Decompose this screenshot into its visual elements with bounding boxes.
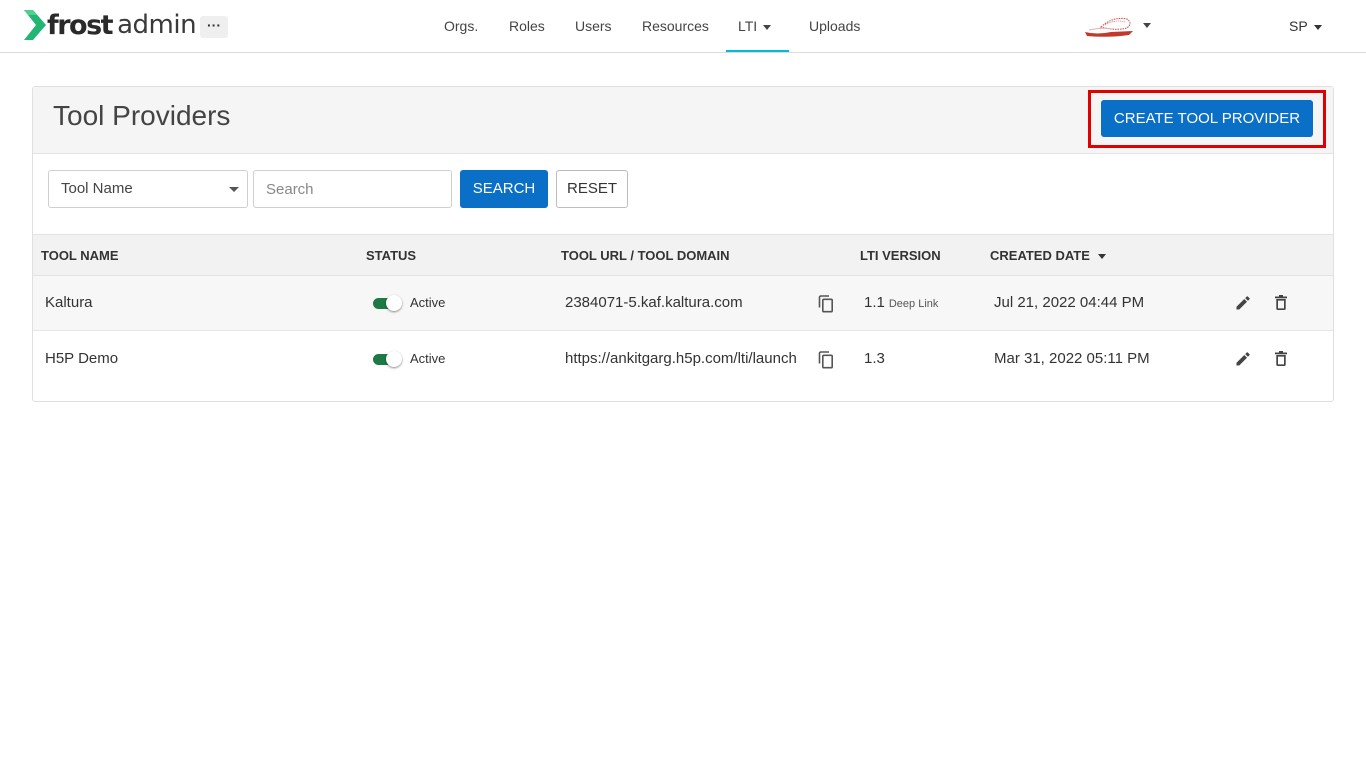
- frost-admin-logo[interactable]: frost admin: [24, 9, 197, 41]
- column-header-tool-url[interactable]: TOOL URL / TOOL DOMAIN: [561, 248, 730, 263]
- logo-text-light: admin: [117, 10, 197, 40]
- reset-button[interactable]: RESET: [556, 170, 628, 208]
- filter-field-select[interactable]: Tool Name: [48, 170, 248, 208]
- more-menu-button[interactable]: ···: [200, 16, 228, 38]
- copy-icon[interactable]: [818, 351, 834, 369]
- column-header-tool-name[interactable]: TOOL NAME: [41, 248, 119, 263]
- nav-item-uploads[interactable]: Uploads: [809, 18, 860, 34]
- table-row: H5P Demo Active https://ankitgarg.h5p.co…: [33, 332, 1333, 387]
- user-menu[interactable]: SP: [1289, 18, 1322, 34]
- tool-name-cell: Kaltura: [45, 294, 93, 311]
- org-switcher-chevron-icon[interactable]: [1143, 23, 1151, 28]
- created-date-cell: Jul 21, 2022 04:44 PM: [994, 294, 1145, 311]
- user-initials: SP: [1289, 18, 1308, 34]
- status-toggle[interactable]: [373, 351, 402, 367]
- copy-icon[interactable]: [818, 295, 834, 313]
- edit-pencil-icon[interactable]: [1236, 296, 1250, 310]
- logo-text-bold: frost: [47, 9, 114, 41]
- lti-version-value: 1.1: [864, 294, 885, 311]
- nav-item-users[interactable]: Users: [575, 18, 612, 34]
- tool-name-cell: H5P Demo: [45, 350, 119, 367]
- nav-item-lti-label: LTI: [738, 18, 758, 34]
- column-header-created-date[interactable]: CREATED DATE: [990, 248, 1106, 263]
- toggle-knob: [386, 351, 402, 367]
- status-label: Active: [410, 295, 446, 310]
- org-logo-icon[interactable]: [1083, 10, 1137, 38]
- active-nav-indicator: [726, 50, 789, 52]
- nav-item-lti[interactable]: LTI: [738, 18, 772, 34]
- created-date-header-label: CREATED DATE: [990, 248, 1090, 263]
- trash-icon[interactable]: [1275, 295, 1287, 310]
- edit-pencil-icon[interactable]: [1236, 352, 1250, 366]
- nav-item-resources[interactable]: Resources: [642, 18, 709, 34]
- chevron-down-icon: [763, 24, 772, 30]
- card-header: Tool Providers CREATE TOOL PROVIDER: [33, 87, 1333, 154]
- tool-url-cell: https://ankitgarg.h5p.com/lti/launch: [565, 350, 797, 367]
- caret-down-icon: [229, 187, 239, 192]
- status-label: Active: [410, 351, 446, 366]
- lti-version-value: 1.3: [864, 350, 885, 367]
- logo-chevron-icon: [24, 10, 46, 40]
- top-navbar: frost admin ··· Orgs. Roles Users Resour…: [0, 0, 1366, 53]
- table-row: Kaltura Active 2384071-5.kaf.kaltura.com…: [33, 276, 1333, 331]
- nav-item-roles[interactable]: Roles: [509, 18, 545, 34]
- search-input[interactable]: [253, 170, 452, 208]
- column-header-lti-version[interactable]: LTI VERSION: [860, 248, 941, 263]
- search-button[interactable]: SEARCH: [460, 170, 548, 208]
- trash-icon[interactable]: [1275, 351, 1287, 366]
- table-header: TOOL NAME STATUS TOOL URL / TOOL DOMAIN …: [33, 234, 1333, 276]
- status-toggle[interactable]: [373, 295, 402, 311]
- page-title: Tool Providers: [53, 100, 231, 131]
- tool-providers-card: Tool Providers CREATE TOOL PROVIDER Tool…: [32, 86, 1334, 402]
- sort-descending-icon: [1097, 254, 1106, 260]
- lti-version-cell: 1.1 Deep Link: [864, 294, 938, 311]
- tool-url-cell: 2384071-5.kaf.kaltura.com: [565, 294, 743, 311]
- lti-version-cell: 1.3: [864, 350, 885, 367]
- toggle-knob: [386, 295, 402, 311]
- created-date-cell: Mar 31, 2022 05:11 PM: [994, 350, 1150, 367]
- create-tool-provider-button[interactable]: CREATE TOOL PROVIDER: [1101, 100, 1313, 137]
- filter-field-value: Tool Name: [61, 180, 133, 197]
- chevron-down-icon: [1313, 24, 1322, 30]
- deep-link-tag: Deep Link: [888, 298, 939, 310]
- column-header-status[interactable]: STATUS: [366, 248, 416, 263]
- nav-item-orgs[interactable]: Orgs.: [444, 18, 478, 34]
